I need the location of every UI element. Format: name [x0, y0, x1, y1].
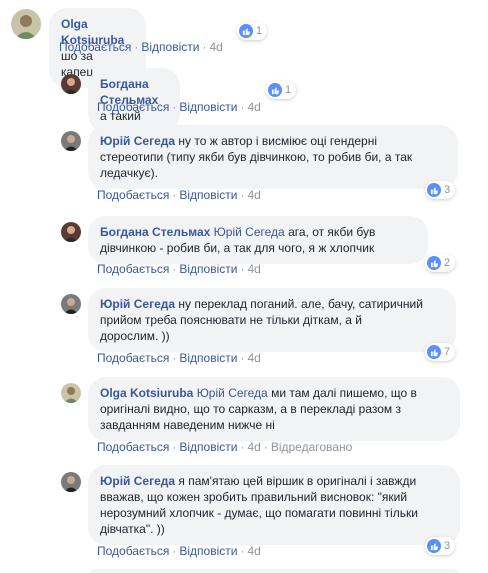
- reply-link[interactable]: Відповісти: [141, 40, 199, 54]
- comment-actions: Подобається · Відповісти · 4d: [97, 100, 261, 114]
- avatar[interactable]: [61, 472, 81, 492]
- comment-actions: Подобається · Відповісти · 4d: [97, 544, 261, 558]
- avatar-photo-icon: [61, 131, 81, 151]
- like-reaction-icon: [427, 183, 441, 197]
- like-reaction-icon: [268, 83, 282, 97]
- avatar[interactable]: [61, 294, 81, 314]
- avatar-photo-icon: [61, 472, 81, 492]
- edited-label[interactable]: Відредаговано: [271, 440, 352, 454]
- comment-actions: Подобається · Відповісти · 4d · Відредаговано: [97, 440, 353, 454]
- avatar[interactable]: [61, 131, 81, 151]
- comment-age[interactable]: 4d: [247, 100, 260, 114]
- reply-link[interactable]: Відповісти: [179, 351, 237, 365]
- comment-bubble: Olga Kotsiuruba Юрій Сегеда ми там далі …: [88, 377, 460, 441]
- reply-link[interactable]: Відповісти: [179, 262, 237, 276]
- comment-bubble: Богдана Стельмах Юрій Сегеда ага, от якб…: [88, 216, 428, 264]
- comment-bubble: Юрій Сегеда я пам'ятаю цей віршик в ориг…: [88, 465, 460, 545]
- reply-link[interactable]: Відповісти: [179, 440, 237, 454]
- reaction-count[interactable]: 3: [425, 181, 456, 199]
- avatar-photo-icon: [11, 9, 41, 39]
- like-link[interactable]: Подобається: [97, 440, 169, 454]
- comment-actions: Подобається · Відповісти · 4d: [97, 188, 261, 202]
- comment-author[interactable]: Богдана Стельмах: [100, 225, 210, 239]
- like-reaction-icon: [239, 24, 253, 38]
- avatar-photo-icon: [61, 383, 81, 403]
- reaction-count[interactable]: 2: [425, 254, 456, 272]
- reaction-count[interactable]: 1: [266, 81, 297, 99]
- avatar[interactable]: [61, 383, 81, 403]
- comment-actions: Подобається · Відповісти · 4d: [97, 262, 261, 276]
- comment-actions: Подобається · Відповісти · 4d: [59, 40, 223, 54]
- comment-author[interactable]: Юрій Сегеда: [100, 297, 175, 311]
- reaction-count[interactable]: 1: [237, 22, 268, 40]
- comment-age[interactable]: 4d: [247, 544, 260, 558]
- like-link[interactable]: Подобається: [97, 188, 169, 202]
- avatar[interactable]: [61, 74, 81, 94]
- like-link[interactable]: Подобається: [59, 40, 131, 54]
- like-reaction-icon: [427, 345, 441, 359]
- comment-age[interactable]: 4d: [247, 188, 260, 202]
- avatar[interactable]: [11, 9, 41, 39]
- mention-link[interactable]: Юрій Сегеда: [197, 386, 268, 400]
- comment-actions: Подобається · Відповісти · 4d: [97, 351, 261, 365]
- comment-author[interactable]: Юрій Сегеда: [100, 474, 175, 488]
- reply-link[interactable]: Відповісти: [179, 188, 237, 202]
- avatar-photo-icon: [61, 294, 81, 314]
- reply-link[interactable]: Відповісти: [179, 100, 237, 114]
- comment-age[interactable]: 4d: [247, 440, 260, 454]
- comment-bubble: Юрій Сегеда ну переклад поганий. але, ба…: [88, 288, 456, 352]
- like-link[interactable]: Подобається: [97, 262, 169, 276]
- next-comment-edge: [88, 569, 460, 573]
- comment-age[interactable]: 4d: [247, 262, 260, 276]
- mention-link[interactable]: Юрій Сегеда: [214, 225, 285, 239]
- like-reaction-icon: [427, 539, 441, 553]
- comment-author[interactable]: Olga Kotsiuruba: [100, 386, 193, 400]
- comment-age[interactable]: 4d: [209, 40, 222, 54]
- reaction-count[interactable]: 7: [425, 343, 456, 361]
- comment-age[interactable]: 4d: [247, 351, 260, 365]
- comment-author[interactable]: Юрій Сегеда: [100, 134, 175, 148]
- comment-bubble: Юрій Сегеда ну то ж автор і висміює оці …: [88, 125, 458, 189]
- reply-link[interactable]: Відповісти: [179, 544, 237, 558]
- like-link[interactable]: Подобається: [97, 351, 169, 365]
- avatar-photo-icon: [61, 222, 81, 242]
- avatar[interactable]: [61, 222, 81, 242]
- reaction-count[interactable]: 3: [425, 537, 456, 555]
- like-link[interactable]: Подобається: [97, 544, 169, 558]
- like-link[interactable]: Подобається: [97, 100, 169, 114]
- avatar-photo-icon: [61, 74, 81, 94]
- like-reaction-icon: [427, 256, 441, 270]
